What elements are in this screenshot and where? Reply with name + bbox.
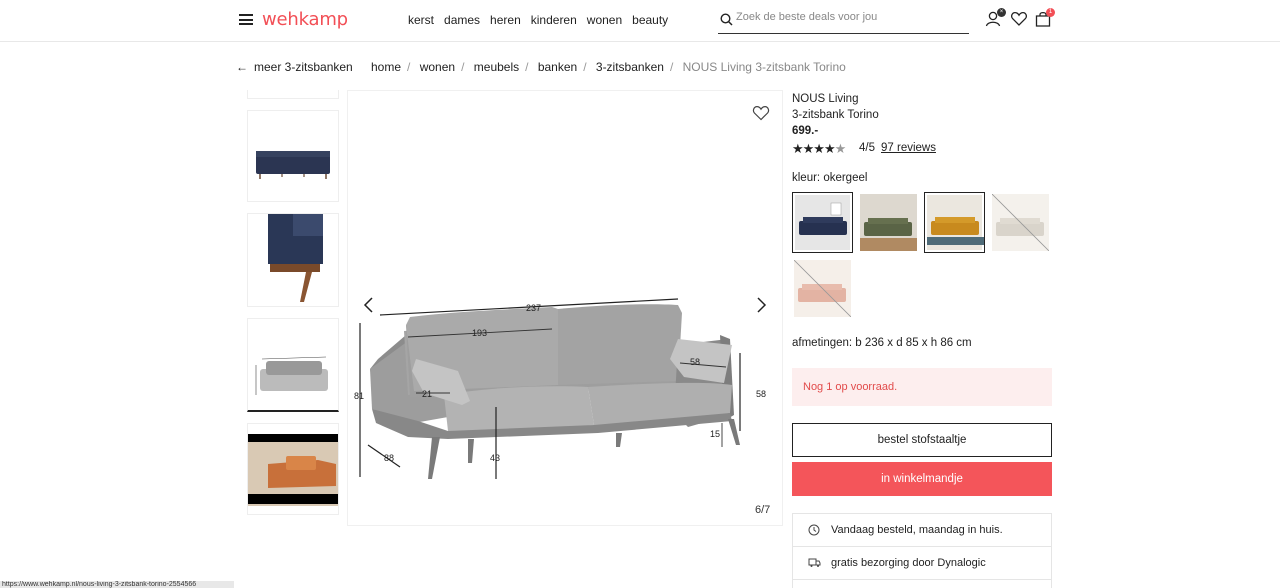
swatch-sofa-image — [991, 193, 1050, 252]
breadcrumb-meubels[interactable]: meubels — [474, 60, 519, 74]
rating-stars-icon: ★★★★★ — [792, 141, 846, 156]
menu-icon[interactable] — [239, 14, 253, 25]
search-icon[interactable] — [720, 13, 733, 26]
clock-icon — [808, 524, 820, 536]
breadcrumb-separator: / — [461, 60, 465, 74]
dimension-label: 58 — [690, 357, 700, 367]
nav-beauty[interactable]: beauty — [632, 13, 668, 27]
usp-text: Vandaag besteld, maandag in huis. — [831, 524, 1003, 536]
video-thumbnail-image — [248, 434, 338, 506]
product-dimensions: afmetingen: b 236 x d 85 x h 86 cm — [792, 337, 972, 349]
thumbnail-2[interactable] — [247, 110, 339, 202]
dimension-label: 193 — [472, 328, 487, 338]
breadcrumb-separator: / — [525, 60, 529, 74]
swatch-sofa-image — [799, 202, 847, 235]
dimension-label: 237 — [526, 303, 541, 313]
search-input[interactable] — [736, 11, 964, 23]
back-link-label: meer 3-zitsbanken — [254, 60, 353, 74]
color-swatch-donkerblauw[interactable] — [792, 192, 853, 253]
main-nav: kerst dames heren kinderen wonen beauty — [408, 13, 678, 27]
dimension-label: 43 — [490, 453, 500, 463]
dimension-label: 88 — [384, 453, 394, 463]
dimension-label: 81 — [354, 391, 364, 401]
sofa-dimensions-image — [255, 356, 328, 395]
usp-free-delivery: gratis bezorging door Dynalogic — [792, 546, 1052, 580]
thumbnail-3[interactable] — [247, 213, 339, 307]
dimension-label: 15 — [710, 429, 720, 439]
color-swatch-roze-unavailable[interactable] — [792, 258, 853, 319]
wehkamp-logo[interactable]: wehkamp — [262, 9, 348, 30]
dimension-label: 58 — [756, 389, 766, 399]
sofa-leg-closeup-image — [268, 214, 323, 302]
chevron-left-icon[interactable] — [362, 296, 374, 314]
nav-kinderen[interactable]: kinderen — [531, 13, 577, 27]
usp-next — [792, 579, 1052, 588]
breadcrumb-banken[interactable]: banken — [538, 60, 577, 74]
breadcrumb-3-zitsbanken[interactable]: 3-zitsbanken — [596, 60, 664, 74]
sofa-dimensions-diagram: 237 193 58 81 21 58 15 88 43 — [354, 298, 766, 479]
color-swatch-groen[interactable] — [858, 192, 919, 253]
breadcrumb-wonen[interactable]: wonen — [420, 60, 455, 74]
breadcrumb-separator: / — [583, 60, 587, 74]
breadcrumb-separator: / — [407, 60, 411, 74]
nav-heren[interactable]: heren — [490, 13, 521, 27]
color-swatch-okergeel[interactable] — [924, 192, 985, 253]
image-counter: 6/7 — [755, 504, 771, 516]
breadcrumb-current: NOUS Living 3-zitsbank Torino — [682, 60, 846, 74]
swatch-sofa-image — [927, 217, 984, 245]
nav-kerst[interactable]: kerst — [408, 13, 434, 27]
product-main-image[interactable]: 237 193 58 81 21 58 15 88 43 — [347, 90, 783, 526]
dimension-label: 21 — [422, 389, 432, 399]
product-name: 3-zitsbank Torino — [792, 109, 879, 121]
product-brand[interactable]: NOUS Living — [792, 93, 858, 105]
chevron-right-icon[interactable] — [756, 296, 768, 314]
nav-wonen[interactable]: wonen — [587, 13, 622, 27]
reviews-link[interactable]: 97 reviews — [881, 142, 936, 154]
thumbnail-1[interactable] — [247, 90, 339, 99]
add-to-cart-button[interactable]: in winkelmandje — [792, 462, 1052, 496]
wishlist-heart-icon[interactable] — [752, 105, 770, 121]
color-label: kleur: okergeel — [792, 172, 868, 184]
back-link[interactable]: ← meer 3-zitsbanken — [236, 60, 353, 74]
browser-status-url: https://www.wehkamp.nl/nous-living-3-zit… — [0, 581, 234, 588]
breadcrumb: home / wonen / meubels / banken / 3-zitsbank… — [371, 60, 846, 74]
thumbnail-4[interactable] — [247, 318, 339, 412]
user-badge: × — [997, 8, 1006, 17]
breadcrumb-home[interactable]: home — [371, 60, 401, 74]
sofa-front-image — [256, 151, 330, 179]
product-price: 699.- — [792, 125, 819, 137]
breadcrumb-separator: / — [669, 60, 674, 74]
nav-dames[interactable]: dames — [444, 13, 480, 27]
color-swatch-beige-unavailable[interactable] — [990, 192, 1051, 253]
arrow-left-icon: ← — [236, 60, 248, 74]
order-fabric-sample-button[interactable]: bestel stofstaaltje — [792, 423, 1052, 457]
swatch-sofa-image — [860, 218, 917, 251]
stock-notice: Nog 1 op voorraad. — [792, 368, 1052, 406]
swatch-sofa-image — [793, 259, 852, 318]
usp-text: gratis bezorging door Dynalogic — [831, 557, 986, 569]
cart-count-badge: 1 — [1046, 8, 1055, 17]
thumbnail-5[interactable] — [247, 423, 339, 515]
search-bar — [718, 8, 969, 34]
usp-delivery-time: Vandaag besteld, maandag in huis. — [792, 513, 1052, 547]
rating-value: 4/5 — [859, 142, 875, 154]
site-header: wehkamp kerst dames heren kinderen wonen… — [0, 0, 1280, 42]
truck-icon — [808, 558, 821, 567]
heart-icon[interactable] — [1010, 10, 1028, 28]
